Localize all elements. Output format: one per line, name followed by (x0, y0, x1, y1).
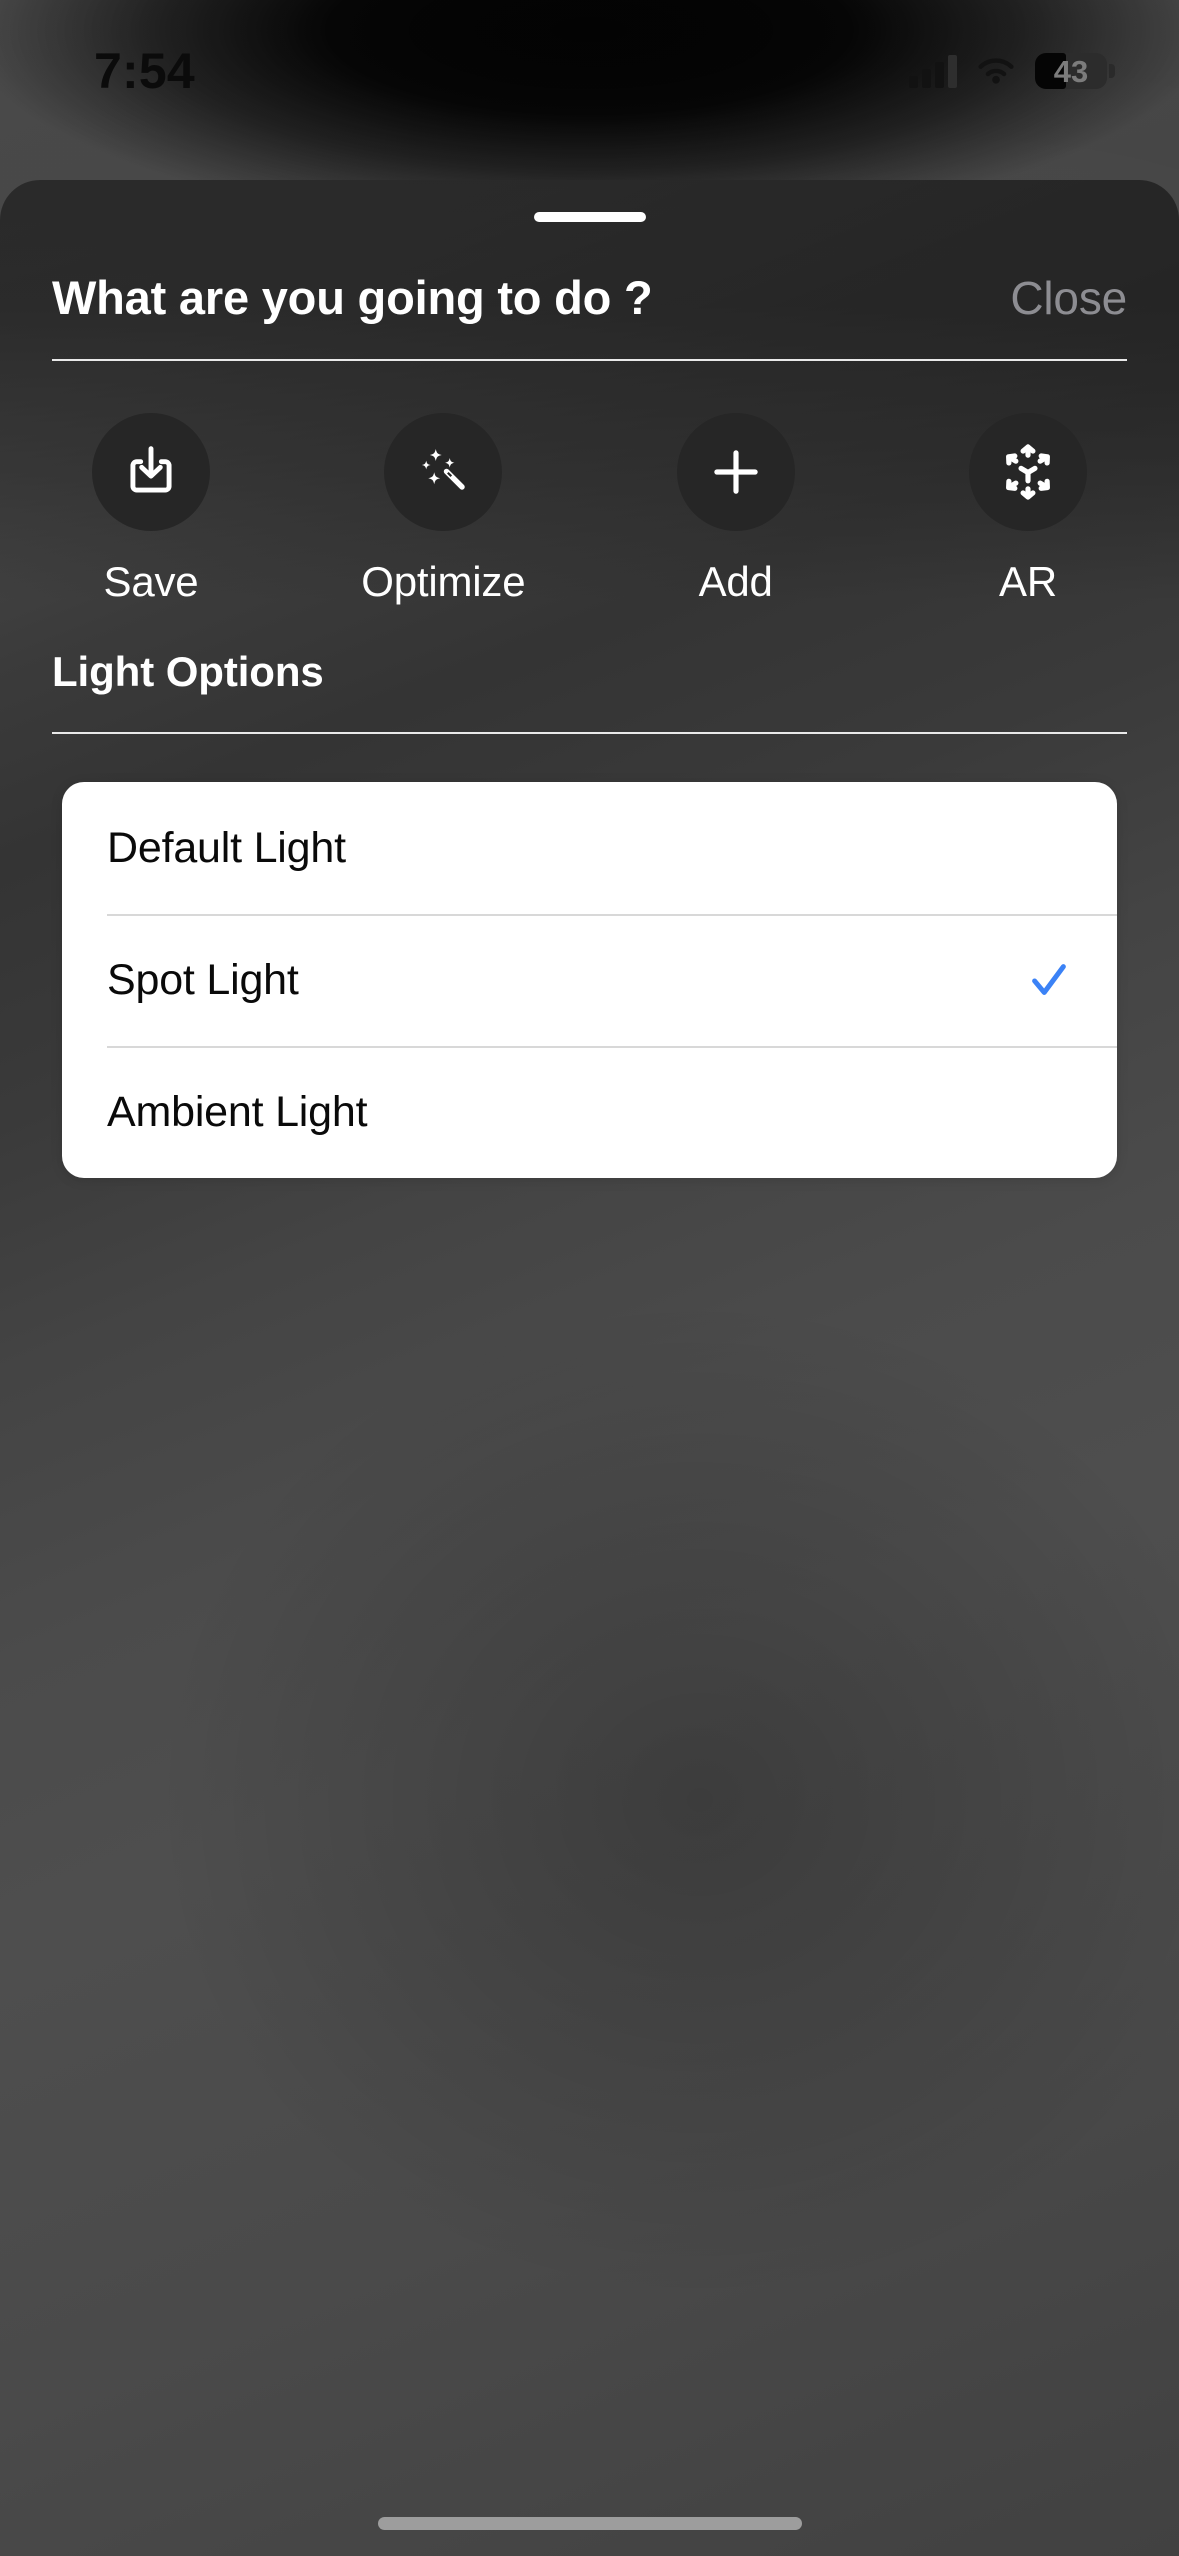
action-save-label: Save (103, 558, 199, 605)
option-default-light-label: Default Light (107, 823, 346, 872)
status-indicators: 43 (909, 53, 1115, 89)
save-icon-circle (92, 413, 210, 531)
home-indicator[interactable] (377, 2517, 802, 2530)
action-save[interactable]: Save (58, 413, 244, 606)
ar-cube-icon (1006, 444, 1050, 500)
action-ar-label: AR (999, 558, 1057, 605)
add-icon-circle (676, 413, 795, 531)
actions-row: Save Optimize Add AR (52, 413, 1127, 606)
wifi-icon (978, 57, 1014, 84)
section-title-light-options: Light Options (52, 648, 324, 695)
optimize-icon-circle (384, 413, 503, 531)
battery-percent-label: 43 (1053, 53, 1089, 89)
download-tray-icon (130, 446, 172, 493)
ar-icon-circle (968, 413, 1087, 531)
section-divider (52, 732, 1127, 734)
sheet-title: What are you going to do ? (52, 271, 653, 324)
phone-screen: 7:54 43 What are you going to do ? Close… (0, 0, 1179, 2556)
option-ambient-light-label: Ambient Light (107, 1087, 368, 1136)
option-default-light[interactable]: Default Light (62, 782, 1117, 914)
header-divider (52, 359, 1127, 361)
status-bar: 7:54 43 (0, 0, 1179, 120)
checkmark-icon (1026, 957, 1072, 1003)
option-ambient-light[interactable]: Ambient Light (62, 1046, 1117, 1178)
action-bottom-sheet: What are you going to do ? Close Save Op… (0, 180, 1179, 2556)
magic-wand-sparkles-icon (422, 449, 466, 490)
close-button[interactable]: Close (1010, 271, 1127, 325)
battery-icon: 43 (1035, 53, 1115, 89)
action-ar[interactable]: AR (935, 413, 1121, 606)
option-spot-light-label: Spot Light (107, 955, 299, 1004)
action-add[interactable]: Add (643, 413, 829, 606)
plus-icon (713, 450, 758, 494)
status-time: 7:54 (94, 43, 195, 99)
sheet-header: What are you going to do ? Close (52, 270, 1127, 325)
action-add-label: Add (698, 558, 773, 605)
light-options-card: Default Light Spot Light Ambient Light (62, 782, 1117, 1178)
sheet-grabber-handle[interactable] (533, 212, 646, 222)
action-optimize-label: Optimize (361, 558, 526, 605)
cellular-bars-icon (909, 54, 957, 88)
action-optimize[interactable]: Optimize (350, 413, 536, 606)
option-spot-light[interactable]: Spot Light (62, 914, 1117, 1046)
